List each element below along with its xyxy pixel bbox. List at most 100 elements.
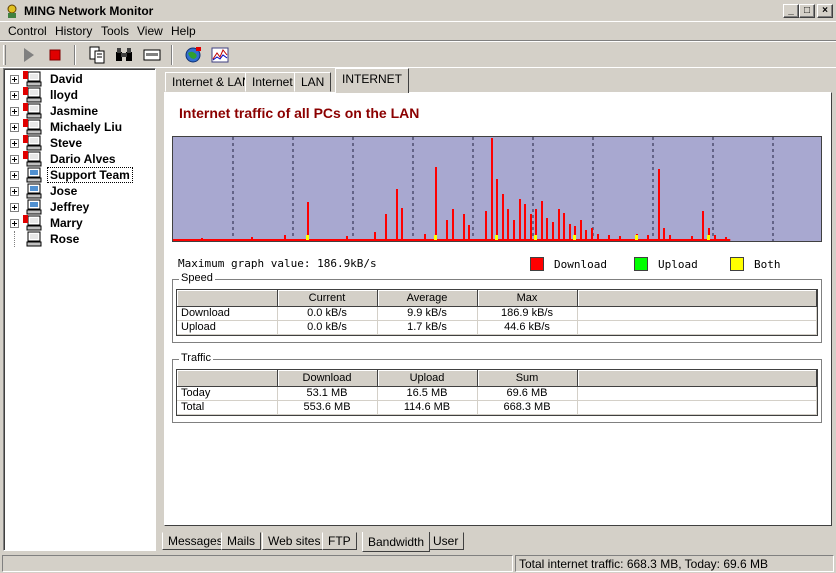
minimize-button[interactable]: _ [783,4,799,18]
menu-tools[interactable]: Tools [101,24,129,38]
row-label: Total [177,400,278,415]
tab-mails[interactable]: Mails [221,532,262,550]
table-row[interactable]: Download 0.0 kB/s 9.9 kB/s 186.9 kB/s [177,306,817,321]
menu-view[interactable]: View [137,24,163,38]
tree-item[interactable]: Support Team [8,167,153,183]
tab-ftp[interactable]: FTP [322,532,357,550]
expand-icon[interactable] [10,155,19,164]
max-graph-value: Maximum graph value: 186.9kB/s [178,257,377,270]
bottom-tabs: Messages Mails Web sites FTP Bandwidth U… [162,532,834,553]
card-icon[interactable] [141,44,163,66]
graph-spike-both [495,235,498,240]
column-header-current[interactable]: Current [277,290,378,307]
expand-icon[interactable] [10,219,19,228]
graph-spike-download [502,194,504,240]
menu-help[interactable]: Help [171,24,196,38]
table-cell: 1.7 kB/s [377,320,478,335]
close-button[interactable]: × [817,4,833,18]
column-header-max[interactable]: Max [477,290,578,307]
column-header[interactable] [177,370,278,387]
graph-spike-download [558,209,560,240]
tree-item-label: lloyd [50,88,79,102]
tree-item[interactable]: Dario Alves [8,151,153,167]
tree-item[interactable]: Marry [8,215,153,231]
graph-spike-download [401,208,403,240]
graph-spike-download [524,204,526,240]
tree-item[interactable]: Rose [8,231,153,247]
network-globe-icon[interactable] [182,44,204,66]
menu-history[interactable]: History [55,24,92,38]
graph-spike-download [435,167,437,240]
tab-web-sites[interactable]: Web sites [262,532,327,550]
tree-item[interactable]: lloyd [8,87,153,103]
tab-internet-upper[interactable]: INTERNET [335,68,409,93]
graph-spike-download [702,211,704,240]
graph-spike-download [396,189,398,240]
tab-bandwidth[interactable]: Bandwidth [362,532,431,552]
expand-icon[interactable] [10,75,19,84]
column-header-download[interactable]: Download [277,370,378,387]
computer-icon [23,119,42,135]
tab-messages[interactable]: Messages [162,532,229,550]
pc-tree[interactable]: David lloyd Jasmine Michaely Liu Steve Dario … [3,68,156,551]
graph-spike-download [541,201,543,240]
tree-item[interactable]: David [8,71,153,87]
binoculars-icon[interactable] [113,44,135,66]
graph-spike-download [563,213,565,240]
column-header-sum[interactable]: Sum [477,370,578,387]
graph-spike-download [552,222,554,240]
column-header[interactable] [577,290,817,307]
tree-item-label: Support Team [47,167,133,183]
chart-icon[interactable] [209,44,231,66]
toolbar [0,40,836,68]
column-header-average[interactable]: Average [377,290,478,307]
table-row[interactable]: Today 53.1 MB 16.5 MB 69.6 MB [177,386,817,401]
column-header[interactable] [577,370,817,387]
table-cell: 186.9 kB/s [477,306,578,321]
graph-spike-download [714,235,716,240]
table-cell: 0.0 kB/s [277,320,378,335]
tab-user[interactable]: User [427,532,465,550]
computer-icon [26,199,42,215]
table-cell: 69.6 MB [477,386,578,401]
menu-control[interactable]: Control [8,24,47,38]
copy-icon[interactable] [86,44,108,66]
column-header-upload[interactable]: Upload [377,370,478,387]
expand-icon[interactable] [10,91,19,100]
play-icon[interactable] [17,44,39,66]
legend-label-download: Download [554,258,607,271]
tab-internet-lan[interactable]: Internet & LAN [165,72,258,92]
tree-item[interactable]: Michaely Liu [8,119,153,135]
expand-icon[interactable] [10,139,19,148]
table-row[interactable]: Total 553.6 MB 114.6 MB 668.3 MB [177,400,817,415]
column-header[interactable] [177,290,278,307]
stop-icon[interactable] [44,44,66,66]
computer-icon [23,135,42,151]
tree-item[interactable]: Jeffrey [8,199,153,215]
graph-spike-download [346,236,348,240]
expand-icon[interactable] [10,187,19,196]
graph-spike-download [463,214,465,240]
traffic-group-title: Traffic [179,352,213,364]
maximize-button[interactable]: □ [799,4,815,18]
tab-lan[interactable]: LAN [294,72,332,92]
tree-item[interactable]: Steve [8,135,153,151]
speed-grid[interactable]: Current Average Max Download 0.0 kB/s 9.… [176,289,818,336]
tree-item[interactable]: Jasmine [8,103,153,119]
toolbar-grip[interactable] [3,45,6,65]
tree-item[interactable]: Jose [8,183,153,199]
table-cell: 553.6 MB [277,400,378,415]
expand-icon[interactable] [10,171,19,180]
app-icon [7,4,17,18]
row-label: Download [177,306,278,321]
expand-icon[interactable] [10,107,19,116]
tab-internet[interactable]: Internet [245,72,300,92]
table-cell: 668.3 MB [477,400,578,415]
expand-icon[interactable] [10,203,19,212]
table-row[interactable]: Upload 0.0 kB/s 1.7 kB/s 44.6 kB/s [177,320,817,335]
expand-icon[interactable] [10,123,19,132]
table-cell [577,386,817,401]
computer-icon [23,87,42,103]
graph-spike-download [591,228,593,240]
traffic-grid[interactable]: Download Upload Sum Today 53.1 MB 16.5 M… [176,369,818,416]
